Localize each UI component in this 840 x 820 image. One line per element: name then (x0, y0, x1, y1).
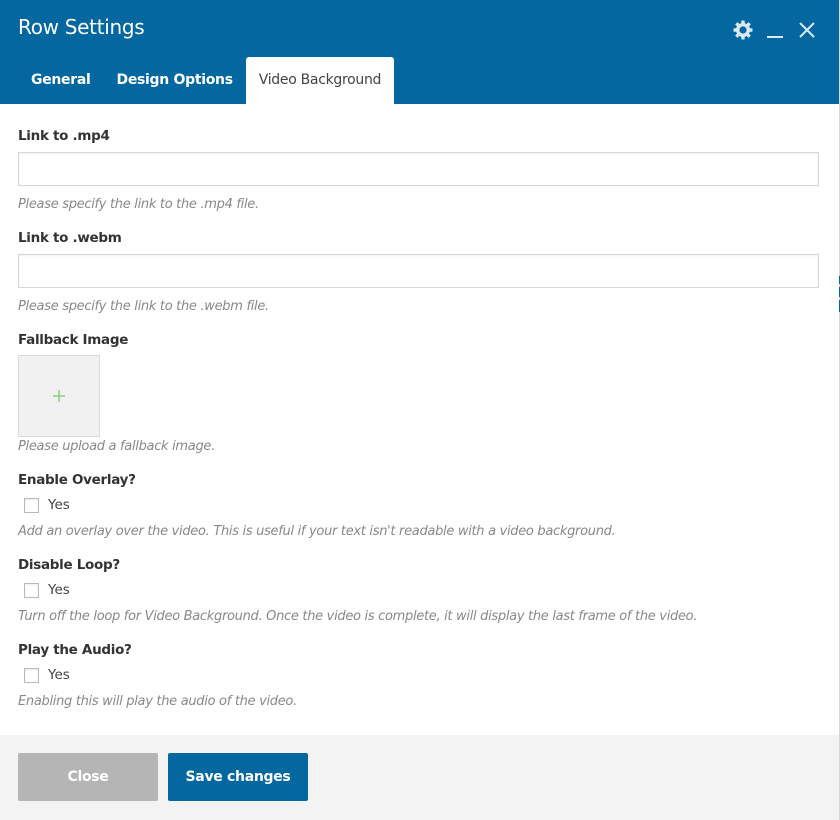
tab-bar: General Design Options Video Background (18, 57, 395, 104)
overlay-help-text: Add an overlay over the video. This is u… (18, 524, 616, 539)
mp4-label: Link to .mp4 (18, 128, 110, 144)
fallback-image-label: Fallback Image (18, 332, 129, 348)
save-changes-button[interactable]: Save changes (168, 753, 308, 801)
tab-video-background[interactable]: Video Background (245, 57, 395, 104)
mp4-help-text: Please specify the link to the .mp4 file… (18, 197, 259, 212)
modal-footer: Close Save changes (0, 735, 839, 820)
tab-design-options[interactable]: Design Options (104, 57, 246, 104)
fallback-help-text: Please upload a fallback image. (18, 439, 215, 454)
modal-title: Row Settings (18, 15, 145, 39)
audio-help-text: Enabling this will play the audio of the… (18, 694, 297, 709)
close-icon[interactable] (795, 18, 819, 42)
overlay-option: Yes (24, 497, 70, 513)
loop-help-text: Turn off the loop for Video Background. … (18, 609, 698, 624)
close-button[interactable]: Close (18, 753, 158, 801)
loop-option: Yes (24, 582, 70, 598)
mp4-link-input[interactable] (18, 152, 819, 186)
loop-label: Disable Loop? (18, 557, 120, 573)
overlay-checkbox[interactable] (24, 497, 39, 513)
audio-checkbox[interactable] (24, 667, 39, 683)
webm-link-input[interactable] (18, 254, 819, 288)
minimize-icon[interactable] (763, 18, 787, 42)
webm-help-text: Please specify the link to the .webm fil… (18, 299, 269, 314)
tab-general[interactable]: General (18, 57, 104, 104)
modal-header: Row Settings General Design Options Vide… (0, 0, 839, 104)
fallback-image-upload[interactable] (18, 355, 100, 437)
plus-icon (53, 387, 65, 406)
overlay-label: Enable Overlay? (18, 472, 136, 488)
audio-yes-label[interactable]: Yes (48, 667, 70, 683)
audio-label: Play the Audio? (18, 642, 132, 658)
loop-yes-label[interactable]: Yes (48, 582, 70, 598)
gear-icon[interactable] (731, 18, 755, 42)
audio-option: Yes (24, 667, 70, 683)
header-controls (731, 18, 819, 42)
row-settings-modal: Row Settings General Design Options Vide… (0, 0, 840, 820)
overlay-yes-label[interactable]: Yes (48, 497, 70, 513)
loop-checkbox[interactable] (24, 582, 39, 598)
webm-label: Link to .webm (18, 230, 122, 246)
